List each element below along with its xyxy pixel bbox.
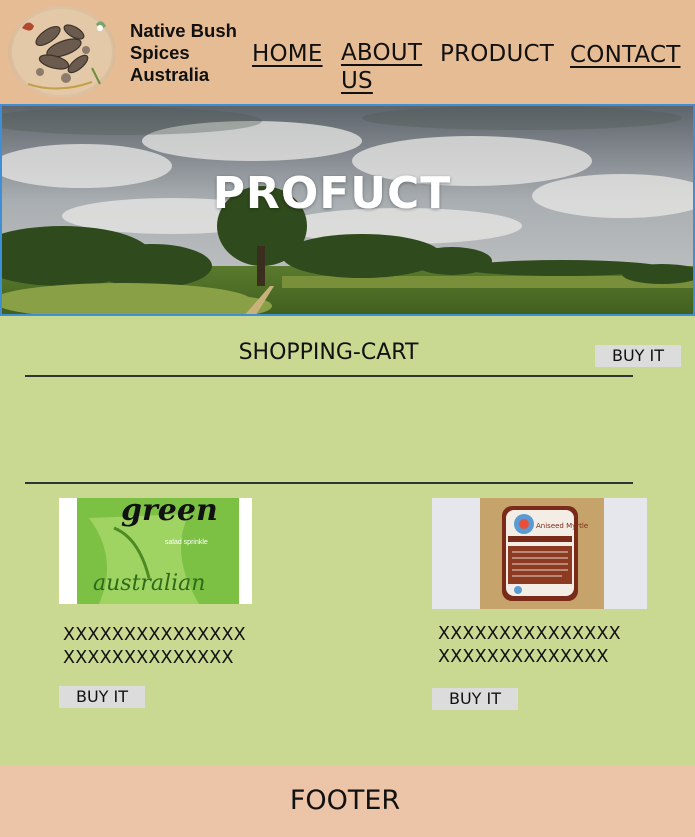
brand-name: Native Bush Spices Australia (130, 20, 250, 86)
product-1-line1: XXXXXXXXXXXXXXX (63, 625, 246, 645)
nav-about-link[interactable]: ABOUT US (341, 39, 431, 95)
aniseed-myrtle-package-image: Aniseed Myrtle (432, 498, 647, 609)
package-subtitle-text: salad sprinkle (165, 539, 208, 546)
brand-logo[interactable] (8, 6, 116, 98)
nav-product-link[interactable]: PRODUCT (440, 40, 554, 68)
brand-name-line3: Australia (130, 64, 210, 85)
product-1-buy-button[interactable]: BUY IT (59, 686, 145, 708)
nav-about-line2: US (341, 68, 373, 94)
product-2-line2: XXXXXXXXXXXXXX (438, 647, 609, 667)
nav-about-line1: ABOUT (341, 40, 423, 66)
site-footer: FOOTER (0, 765, 695, 837)
package-label-text: Aniseed Myrtle (536, 522, 588, 530)
package-origin-text: australian (93, 571, 205, 596)
cart-bottom-divider (25, 482, 633, 484)
product-1-line2: XXXXXXXXXXXXXX (63, 648, 234, 668)
product-image-aniseed-myrtle[interactable]: Aniseed Myrtle (432, 498, 647, 609)
nav-contact-link[interactable]: CONTACT (570, 41, 680, 69)
brand-name-line1: Native Bush (130, 20, 237, 41)
product-description-1: XXXXXXXXXXXXXXX XXXXXXXXXXXXXX (63, 624, 246, 670)
green-salad-package-image: green salad sprinkle australian (59, 498, 252, 604)
brand-name-line2: Spices (130, 42, 190, 63)
hero-title: PROFUCT (212, 168, 452, 219)
nav-home-link[interactable]: HOME (252, 40, 323, 68)
product-2-line1: XXXXXXXXXXXXXXX (438, 624, 621, 644)
hero-banner: PROFUCT (0, 104, 695, 316)
spice-pods-logo-icon (12, 9, 112, 95)
footer-text: FOOTER (289, 785, 401, 816)
cart-buy-button[interactable]: BUY IT (595, 345, 681, 367)
shopping-cart-heading: SHOPPING-CART (238, 340, 419, 365)
product-2-buy-button[interactable]: BUY IT (432, 688, 518, 710)
site-header: Native Bush Spices Australia HOME ABOUT … (0, 0, 695, 104)
product-image-green-salad[interactable]: green salad sprinkle australian (59, 498, 252, 604)
product-description-2: XXXXXXXXXXXXXXX XXXXXXXXXXXXXX (438, 623, 621, 669)
package-brand-text: green (121, 498, 218, 528)
cart-top-divider (25, 375, 633, 377)
